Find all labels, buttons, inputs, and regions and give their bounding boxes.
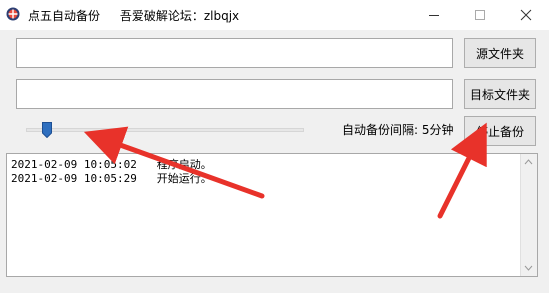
arrow-to-slider <box>83 126 265 199</box>
arrow-to-stop-button <box>437 122 487 219</box>
annotation-arrows <box>83 122 487 219</box>
